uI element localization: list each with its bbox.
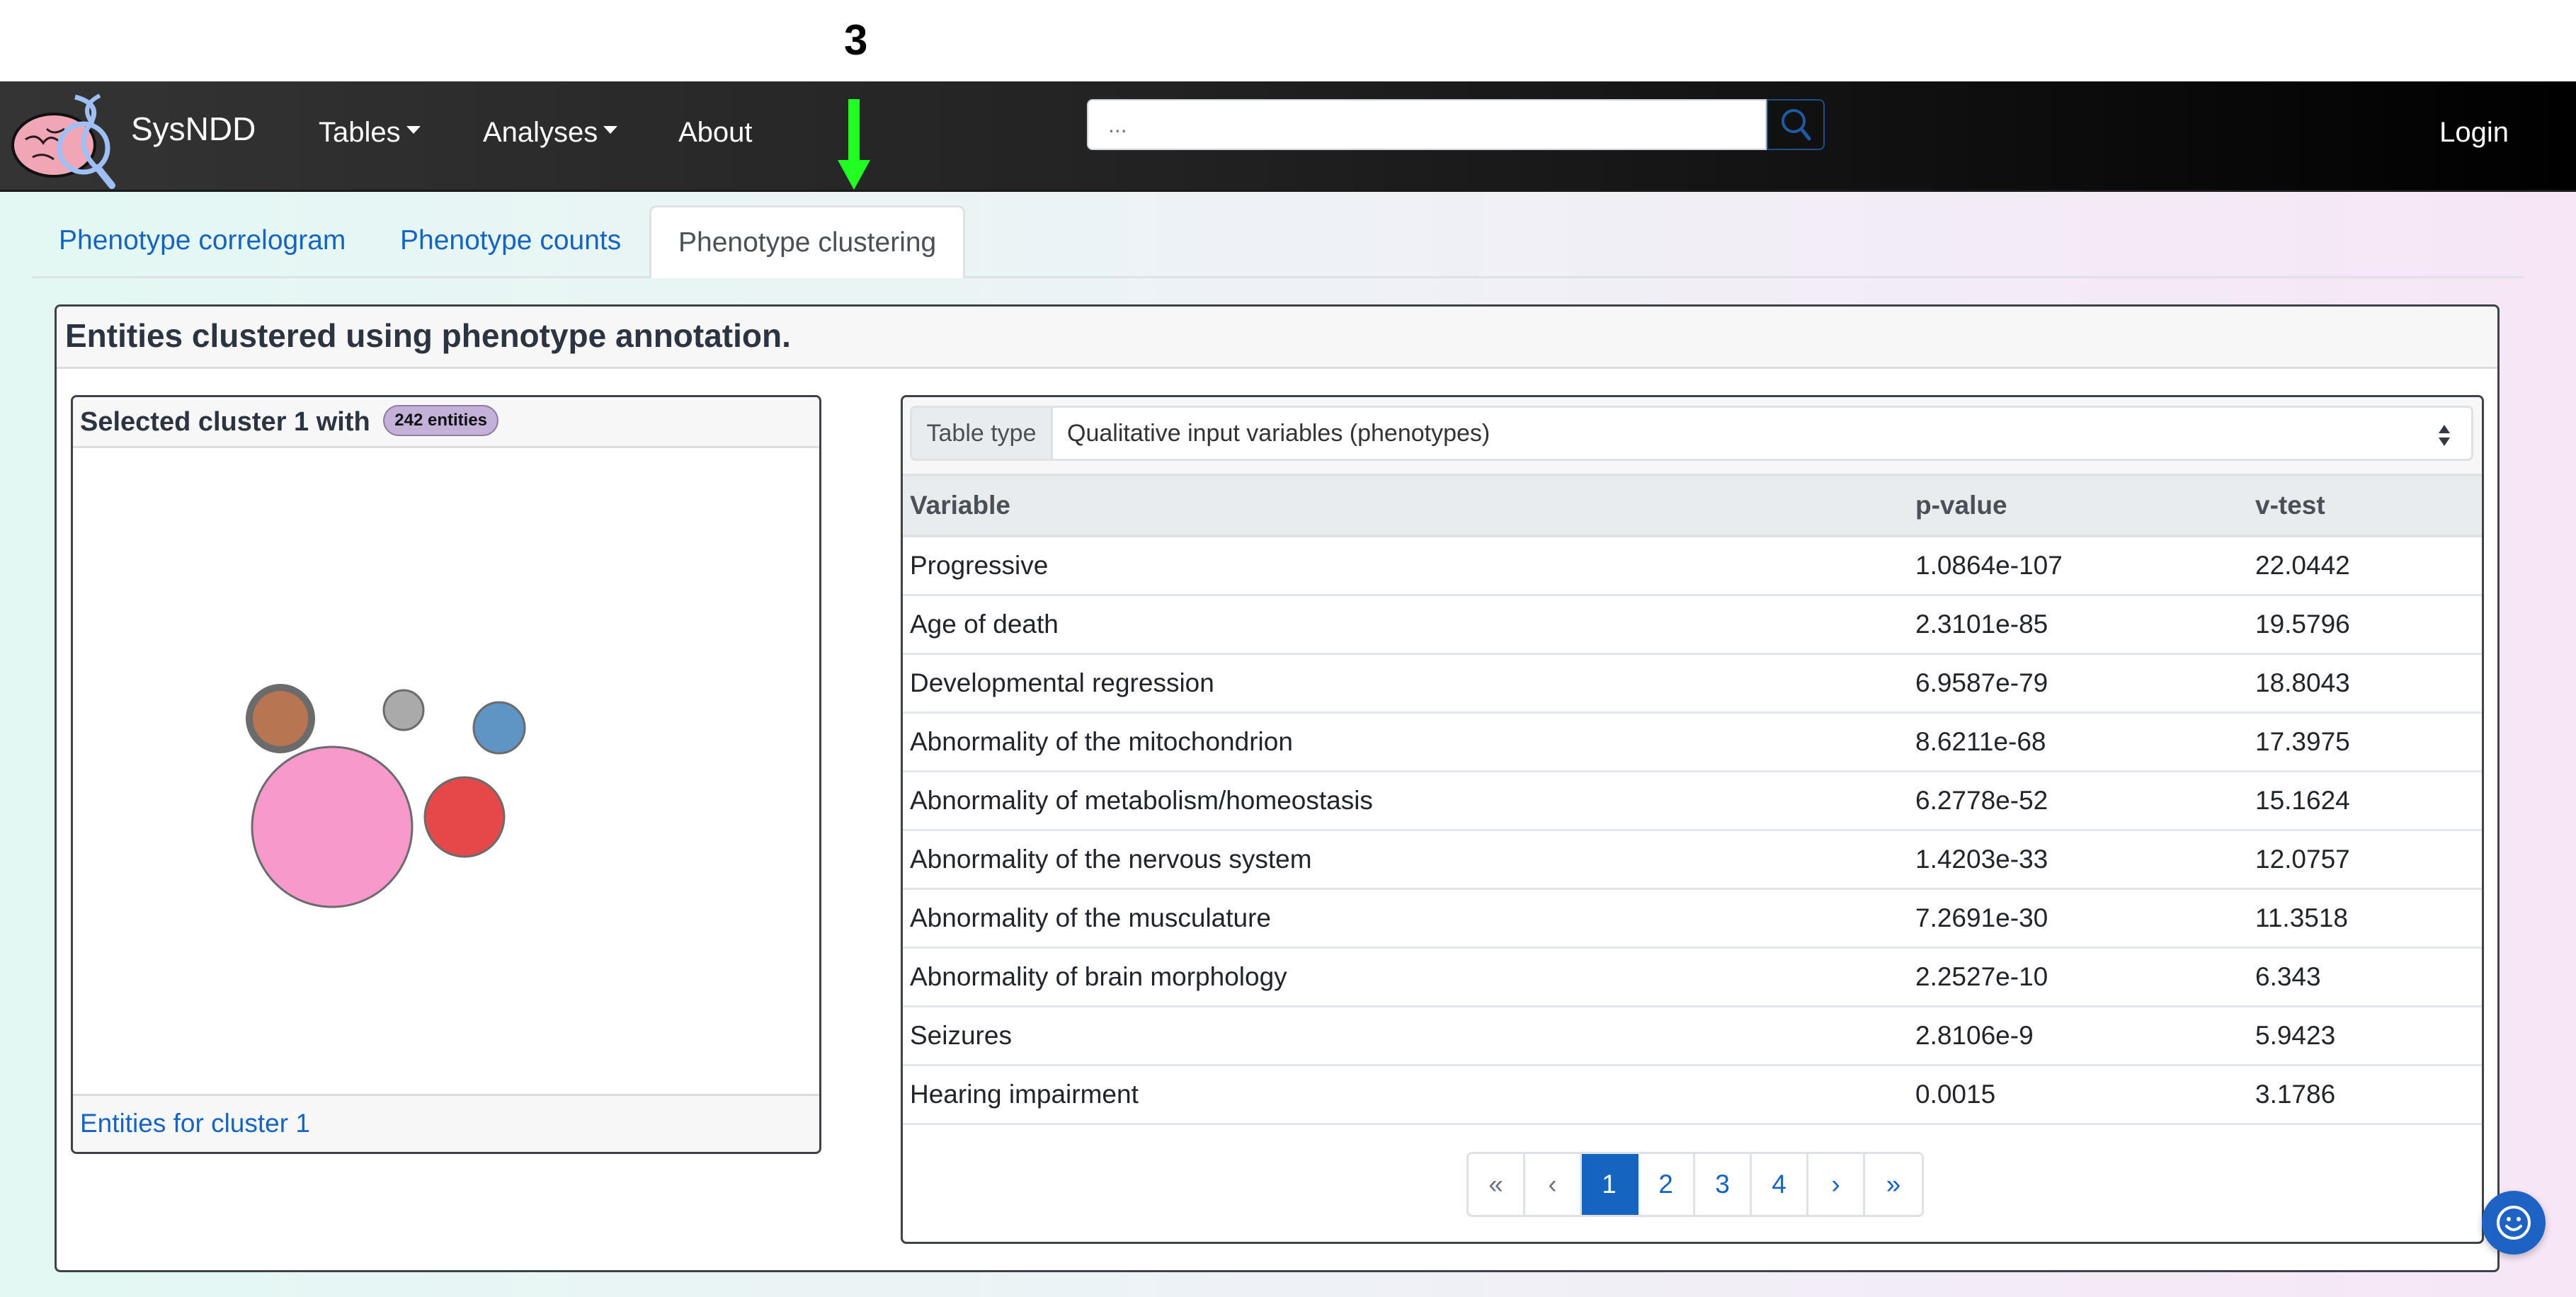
table-row: Abnormality of the mitochondrion 8.6211e-… bbox=[903, 712, 2482, 772]
table-row: Seizures 2.8106e-9 5.9423 bbox=[903, 1006, 2482, 1066]
cell-variable: Hearing impairment bbox=[903, 1065, 1908, 1125]
cell-p-value: 1.4203e-33 bbox=[1908, 830, 2248, 890]
cell-p-value: 6.9587e-79 bbox=[1908, 653, 2248, 714]
entities-for-cluster-link[interactable]: Entities for cluster 1 bbox=[80, 1109, 310, 1138]
cell-v-test: 6.343 bbox=[2248, 947, 2482, 1007]
clustering-card-header: Entities clustered using phenotype annot… bbox=[57, 307, 2497, 369]
variables-table-panel: Table type Qualitative input variables (… bbox=[901, 395, 2484, 1244]
cluster-bubble[interactable] bbox=[472, 701, 526, 755]
cell-variable: Age of death bbox=[903, 595, 1908, 655]
entity-count-badge: 242 entities bbox=[383, 404, 499, 436]
column-header-variable[interactable]: Variable bbox=[903, 474, 1908, 537]
variables-table: Variable p-value v-test Progressive 1.086… bbox=[903, 474, 2482, 1125]
cell-v-test: 12.0757 bbox=[2248, 830, 2482, 890]
table-row: Abnormality of metabolism/homeostasis 6.2… bbox=[903, 771, 2482, 831]
cell-variable: Abnormality of metabolism/homeostasis bbox=[903, 771, 1908, 831]
column-header-v-test[interactable]: v-test bbox=[2248, 474, 2482, 537]
brand-name[interactable]: SysNDD bbox=[131, 110, 256, 148]
cluster-bubble[interactable] bbox=[423, 776, 506, 858]
table-row: Abnormality of brain morphology 2.2527e-1… bbox=[903, 947, 2482, 1007]
page-4-button[interactable]: 4 bbox=[1752, 1154, 1808, 1215]
sysndd-logo-icon[interactable] bbox=[4, 83, 125, 189]
search-button[interactable] bbox=[1767, 99, 1825, 150]
pagination: « ‹ 1 2 3 4 › » bbox=[1466, 1152, 1924, 1217]
tab-phenotype-correlogram[interactable]: Phenotype correlogram bbox=[32, 205, 372, 276]
cluster-bubble[interactable] bbox=[382, 689, 425, 731]
cell-variable: Abnormality of the nervous system bbox=[903, 830, 1908, 890]
cell-variable: Seizures bbox=[903, 1006, 1908, 1066]
cell-v-test: 19.5796 bbox=[2248, 595, 2482, 655]
select-arrows-icon bbox=[2439, 425, 2450, 446]
cell-p-value: 0.0015 bbox=[1908, 1065, 2248, 1125]
cell-variable: Developmental regression bbox=[903, 653, 1908, 714]
cluster-panel-footer: Entities for cluster 1 bbox=[73, 1094, 819, 1152]
caret-down-icon bbox=[406, 125, 421, 134]
table-row: Abnormality of the nervous system 1.4203e… bbox=[903, 830, 2482, 890]
cluster-bubble[interactable] bbox=[251, 745, 414, 908]
page-last-button[interactable]: » bbox=[1865, 1154, 1922, 1215]
table-row: Abnormality of the musculature 7.2691e-30… bbox=[903, 889, 2482, 949]
tab-bar: Phenotype correlogram Phenotype counts P… bbox=[32, 205, 2524, 278]
search-input[interactable] bbox=[1087, 99, 1767, 150]
cell-v-test: 17.3975 bbox=[2248, 712, 2482, 772]
page-prev-button[interactable]: ‹ bbox=[1525, 1154, 1582, 1215]
cluster-bubble[interactable] bbox=[246, 684, 315, 753]
cell-variable: Progressive bbox=[903, 536, 1908, 596]
nav-analyses-dropdown[interactable]: Analyses bbox=[483, 117, 618, 149]
table-row: Hearing impairment 0.0015 3.1786 bbox=[903, 1065, 2482, 1125]
search-icon bbox=[1782, 109, 1811, 141]
tab-phenotype-counts[interactable]: Phenotype counts bbox=[373, 205, 648, 276]
navbar: SysNDD Tables Analyses About Login bbox=[0, 81, 2576, 192]
table-type-select-group: Table type Qualitative input variables (… bbox=[910, 406, 2473, 461]
annotation-arrow-icon bbox=[838, 99, 870, 190]
page-3-button[interactable]: 3 bbox=[1695, 1154, 1752, 1215]
annotation-number: 3 bbox=[844, 16, 868, 64]
table-type-label: Table type bbox=[912, 408, 1053, 459]
cell-v-test: 18.8043 bbox=[2248, 653, 2482, 714]
cell-v-test: 5.9423 bbox=[2248, 1006, 2482, 1066]
cell-v-test: 22.0442 bbox=[2248, 536, 2482, 596]
page-first-button[interactable]: « bbox=[1469, 1154, 1525, 1215]
cell-p-value: 2.8106e-9 bbox=[1908, 1006, 2248, 1066]
cell-v-test: 11.3518 bbox=[2248, 889, 2482, 949]
cluster-panel-title: Selected cluster 1 with bbox=[80, 407, 370, 437]
cell-p-value: 7.2691e-30 bbox=[1908, 889, 2248, 949]
cell-v-test: 3.1786 bbox=[2248, 1065, 2482, 1125]
cell-variable: Abnormality of brain morphology bbox=[903, 947, 1908, 1007]
smiley-icon bbox=[2497, 1206, 2531, 1240]
table-header-row: Variable p-value v-test bbox=[903, 474, 2482, 537]
caret-down-icon bbox=[603, 125, 618, 134]
cell-variable: Abnormality of the musculature bbox=[903, 889, 1908, 949]
login-link[interactable]: Login bbox=[2439, 117, 2509, 149]
cell-v-test: 15.1624 bbox=[2248, 771, 2482, 831]
page-title: Entities clustered using phenotype annot… bbox=[65, 317, 791, 354]
cell-p-value: 2.3101e-85 bbox=[1908, 595, 2248, 655]
tab-phenotype-clustering[interactable]: Phenotype clustering bbox=[649, 205, 966, 278]
cluster-bubble-chart bbox=[246, 684, 526, 908]
cluster-panel: Selected cluster 1 with 242 entities Ent… bbox=[71, 395, 821, 1154]
column-header-p-value[interactable]: p-value bbox=[1908, 474, 2248, 537]
cell-p-value: 8.6211e-68 bbox=[1908, 712, 2248, 772]
page-2-button[interactable]: 2 bbox=[1639, 1154, 1695, 1215]
cell-p-value: 6.2778e-52 bbox=[1908, 771, 2248, 831]
nav-about-link[interactable]: About bbox=[678, 117, 753, 149]
cell-variable: Abnormality of the mitochondrion bbox=[903, 712, 1908, 772]
table-type-select[interactable]: Qualitative input variables (phenotypes) bbox=[1053, 408, 2471, 459]
table-row: Age of death 2.3101e-85 19.5796 bbox=[903, 595, 2482, 655]
table-row: Progressive 1.0864e-107 22.0442 bbox=[903, 536, 2482, 596]
page-1-button[interactable]: 1 bbox=[1582, 1154, 1639, 1215]
cell-p-value: 1.0864e-107 bbox=[1908, 536, 2248, 596]
nav-tables-dropdown[interactable]: Tables bbox=[319, 117, 421, 149]
page-next-button[interactable]: › bbox=[1808, 1154, 1865, 1215]
table-row: Developmental regression 6.9587e-79 18.804… bbox=[903, 653, 2482, 714]
cell-p-value: 2.2527e-10 bbox=[1908, 947, 2248, 1007]
feedback-button[interactable] bbox=[2482, 1191, 2546, 1255]
cluster-panel-header: Selected cluster 1 with 242 entities bbox=[73, 397, 819, 448]
